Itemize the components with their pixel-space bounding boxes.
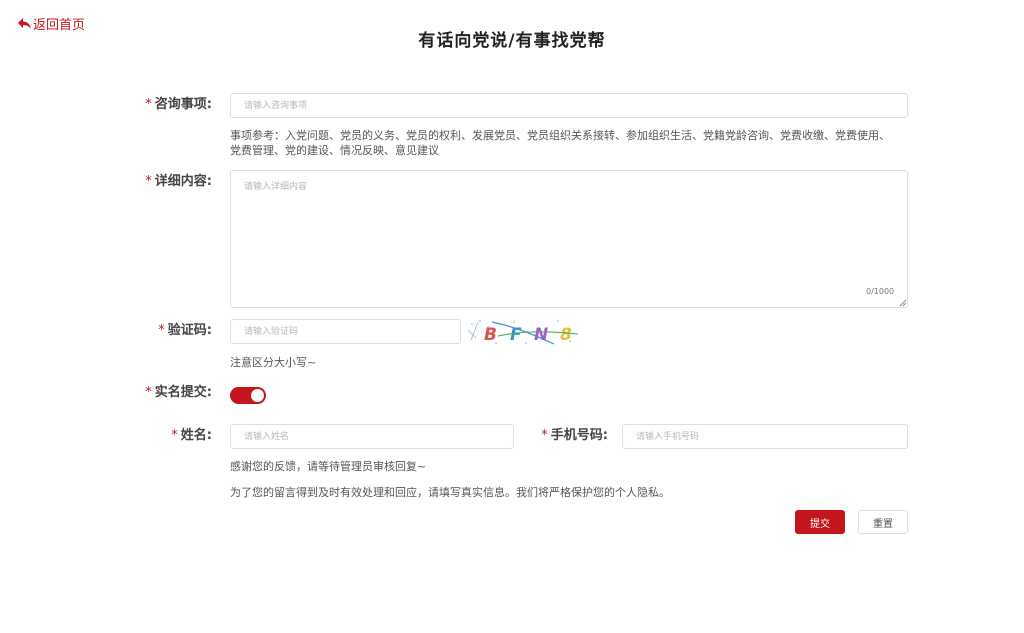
name-label-text: 姓名: xyxy=(180,428,212,443)
detail-label-text: 详细内容: xyxy=(154,174,212,189)
privacy-hint: 为了您的留言得到及时有效处理和回应，请填写真实信息。我们将严格保护您的个人隐私。 xyxy=(230,486,670,499)
topic-label: * 咨询事项: xyxy=(92,97,212,113)
captcha-char: F xyxy=(510,325,522,345)
realname-label: * 实名提交: xyxy=(92,385,212,401)
captcha-char: N xyxy=(534,325,548,345)
topic-hint: 事项参考：入党问题、党员的义务、党员的权利、发展党员、党员组织关系接转、参加组织… xyxy=(230,129,890,157)
required-star: * xyxy=(158,323,165,338)
phone-input[interactable] xyxy=(622,424,908,449)
captcha-char: B xyxy=(484,325,497,345)
detail-label: * 详细内容: xyxy=(92,174,212,190)
name-input[interactable] xyxy=(230,424,514,449)
name-label: * 姓名: xyxy=(92,428,212,444)
captcha-label: * 验证码: xyxy=(92,323,212,339)
phone-label-text: 手机号码: xyxy=(550,428,608,443)
realname-toggle[interactable] xyxy=(230,387,266,404)
detail-char-counter: 0/1000 xyxy=(866,287,895,296)
submit-button[interactable]: 提交 xyxy=(795,510,845,534)
reset-button[interactable]: 重置 xyxy=(858,510,908,534)
captcha-label-text: 验证码: xyxy=(167,323,212,338)
captcha-image[interactable]: B F N 8 xyxy=(466,318,580,346)
captcha-char: 8 xyxy=(560,325,572,345)
required-star: * xyxy=(145,97,152,112)
realname-label-text: 实名提交: xyxy=(154,385,212,400)
topic-label-text: 咨询事项: xyxy=(154,97,212,112)
required-star: * xyxy=(145,174,152,189)
required-star: * xyxy=(171,428,178,443)
phone-label: * 手机号码: xyxy=(488,428,608,444)
resize-grip-icon[interactable] xyxy=(899,299,907,307)
captcha-hint: 注意区分大小写~ xyxy=(230,356,317,369)
page-title: 有话向党说/有事找党帮 xyxy=(418,31,606,51)
detail-textarea[interactable] xyxy=(230,170,908,308)
topic-input[interactable] xyxy=(230,93,908,118)
captcha-input[interactable] xyxy=(230,319,461,344)
required-star: * xyxy=(541,428,548,443)
toggle-knob xyxy=(251,389,264,402)
required-star: * xyxy=(145,385,152,400)
feedback-hint: 感谢您的反馈，请等待管理员审核回复~ xyxy=(230,460,427,473)
